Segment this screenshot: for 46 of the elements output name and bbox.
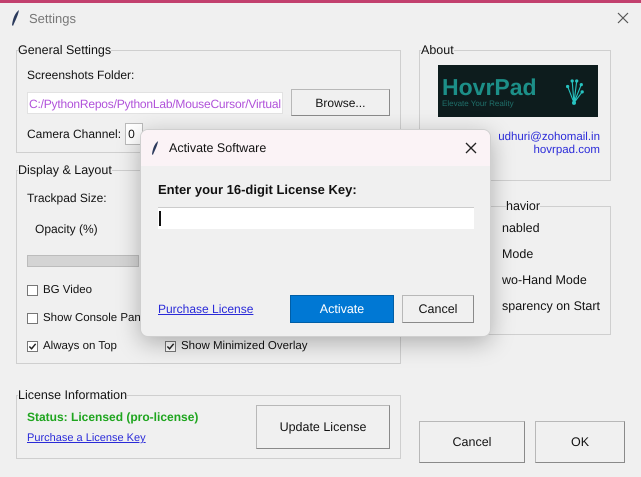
checkbox[interactable] [27, 284, 38, 296]
window-title: Settings [29, 10, 76, 26]
cancel-button[interactable]: Cancel [419, 421, 525, 463]
field-label: Trackpad Size: [27, 191, 107, 205]
close-icon[interactable] [617, 12, 629, 24]
license-key-field[interactable] [158, 207, 474, 229]
option-label: nabled [502, 221, 540, 235]
checkbox[interactable] [27, 312, 38, 324]
option-label: Mode [502, 247, 534, 261]
feather-icon [12, 10, 20, 26]
option-label: wo-Hand Mode [502, 273, 587, 287]
checkbox-label: Show Minimized Overlay [181, 340, 308, 352]
checkbox[interactable] [165, 340, 176, 352]
checkbox-label: Show Console Pan [43, 312, 141, 324]
dialog-title: Activate Software [169, 141, 266, 155]
group-title: About [421, 43, 454, 57]
group-title: havior [506, 199, 540, 213]
field-label: Screenshots Folder: [27, 68, 134, 82]
group-title: General Settings [18, 43, 112, 57]
folder-field[interactable]: C:/PythonRepos/PythonLab/MouseCursor/Virtual [27, 92, 283, 114]
hand-icon [564, 77, 584, 105]
group-title: License Information [18, 388, 128, 402]
update-license-button[interactable]: Update License [256, 405, 390, 449]
checkbox-label: BG Video [43, 284, 92, 296]
checkbox[interactable] [27, 340, 38, 352]
field-label: Camera Channel: [27, 127, 122, 141]
cancel-button[interactable]: Cancel [402, 295, 474, 323]
activate-button[interactable]: Activate [290, 295, 394, 323]
ok-button[interactable]: OK [535, 421, 625, 463]
checkbox-label: Always on Top [43, 340, 117, 352]
slider-track[interactable] [27, 255, 139, 267]
feather-icon [152, 141, 159, 155]
license-status: Status: Licensed (pro-license) [27, 410, 198, 424]
option-label: sparency on Start [502, 299, 600, 313]
prompt-label: Enter your 16-digit License Key: [158, 182, 358, 197]
browse-button[interactable]: Browse... [290, 89, 390, 116]
logo-name: HovrPad [442, 74, 537, 98]
camera-field[interactable]: 0 [125, 123, 144, 145]
purchase-link[interactable]: Purchase a License Key [27, 432, 198, 444]
purchase-link[interactable]: Purchase License [158, 302, 254, 316]
logo-tagline: Elevate Your Reality [442, 98, 515, 108]
contact-link[interactable]: hovrpad.com [534, 144, 600, 156]
field-label: Opacity (%) [35, 222, 98, 236]
contact-link[interactable]: udhuri@zohomail.in [498, 131, 600, 143]
group-title: Display & Layout [18, 163, 112, 177]
close-icon[interactable] [465, 142, 477, 154]
